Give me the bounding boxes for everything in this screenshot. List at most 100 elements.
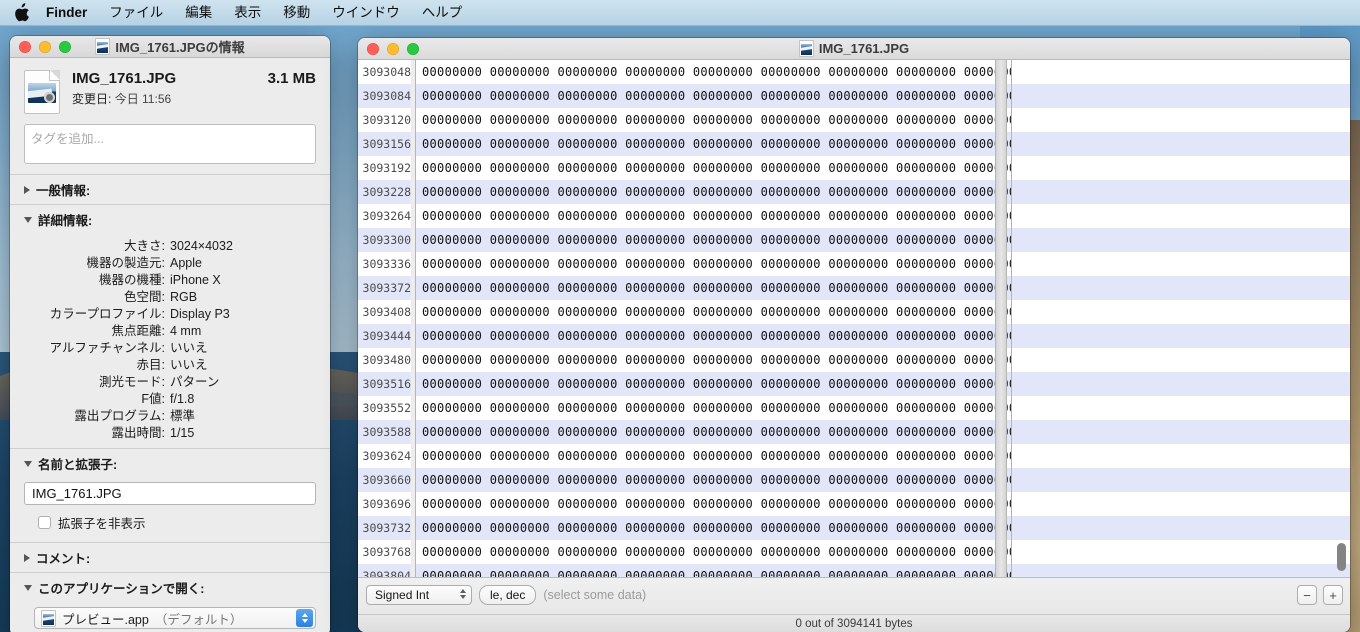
ascii-row[interactable] bbox=[1012, 372, 1350, 396]
hex-row[interactable]: 00000000 00000000 00000000 00000000 0000… bbox=[416, 468, 1011, 492]
info-traffic-lights bbox=[10, 40, 71, 53]
hex-row[interactable]: 00000000 00000000 00000000 00000000 0000… bbox=[416, 84, 1011, 108]
hide-extension-row[interactable]: 拡張子を非表示 bbox=[10, 513, 330, 542]
zoom-button[interactable] bbox=[59, 40, 71, 53]
zoom-out-button[interactable]: − bbox=[1297, 585, 1317, 605]
ascii-row[interactable] bbox=[1012, 228, 1350, 252]
metadata-row: カラープロファイル: Display P3 bbox=[18, 306, 316, 323]
ascii-row[interactable] bbox=[1012, 84, 1350, 108]
hex-bytes-column[interactable]: 00000000 00000000 00000000 00000000 0000… bbox=[416, 60, 1011, 577]
ascii-row[interactable] bbox=[1012, 468, 1350, 492]
metadata-value: Display P3 bbox=[170, 307, 230, 321]
section-name-ext-label: 名前と拡張子: bbox=[38, 458, 118, 472]
chevron-down-icon bbox=[24, 216, 32, 223]
ascii-row[interactable] bbox=[1012, 420, 1350, 444]
menu-item-help[interactable]: ヘルプ bbox=[411, 0, 474, 26]
hex-content-area[interactable]: 3093048 3093084 3093120 3093156 3093192 30932… bbox=[358, 60, 1350, 632]
menu-item-edit[interactable]: 編集 bbox=[174, 0, 223, 26]
ascii-row[interactable] bbox=[1012, 252, 1350, 276]
ascii-row[interactable] bbox=[1012, 540, 1350, 564]
preview-app-icon bbox=[41, 609, 56, 627]
hex-traffic-lights bbox=[358, 42, 419, 55]
section-open-with[interactable]: このアプリケーションで開く: bbox=[10, 573, 330, 602]
hex-row[interactable]: 00000000 00000000 00000000 00000000 0000… bbox=[416, 132, 1011, 156]
section-general-information[interactable]: 一般情報: bbox=[10, 175, 330, 204]
ascii-row[interactable] bbox=[1012, 444, 1350, 468]
hex-row[interactable]: 00000000 00000000 00000000 00000000 0000… bbox=[416, 540, 1011, 564]
ascii-row[interactable] bbox=[1012, 108, 1350, 132]
apple-logo-icon[interactable] bbox=[12, 2, 30, 23]
hex-row[interactable]: 00000000 00000000 00000000 00000000 0000… bbox=[416, 276, 1011, 300]
close-button[interactable] bbox=[19, 40, 31, 53]
endianness-format-button[interactable]: le, dec bbox=[479, 585, 537, 605]
metadata-row: 色空間: RGB bbox=[18, 289, 316, 306]
default-application-select[interactable]: プレビュー.app （デフォルト） bbox=[34, 607, 316, 629]
hex-row[interactable]: 00000000 00000000 00000000 00000000 0000… bbox=[416, 324, 1011, 348]
hex-row[interactable]: 00000000 00000000 00000000 00000000 0000… bbox=[416, 252, 1011, 276]
metadata-value: iPhone X bbox=[170, 273, 221, 287]
ascii-row[interactable] bbox=[1012, 156, 1350, 180]
offset-cell: 3093372 bbox=[358, 276, 411, 300]
info-window-titlebar[interactable]: IMG_1761.JPGの情報 bbox=[10, 36, 330, 58]
ascii-row[interactable] bbox=[1012, 276, 1350, 300]
section-comments[interactable]: コメント: bbox=[10, 543, 330, 572]
hex-row[interactable]: 00000000 00000000 00000000 00000000 0000… bbox=[416, 372, 1011, 396]
ascii-row[interactable] bbox=[1012, 324, 1350, 348]
ascii-row[interactable] bbox=[1012, 60, 1350, 84]
ascii-row[interactable] bbox=[1012, 396, 1350, 420]
ascii-row[interactable] bbox=[1012, 180, 1350, 204]
menu-item-go[interactable]: 移動 bbox=[272, 0, 321, 26]
details-metadata-list: 大きさ: 3024×4032 機器の製造元: Apple 機器の機種: iPho… bbox=[10, 234, 330, 448]
section-name-and-extension[interactable]: 名前と拡張子: bbox=[10, 449, 330, 478]
ascii-row[interactable] bbox=[1012, 516, 1350, 540]
ascii-column[interactable] bbox=[1011, 60, 1350, 577]
offset-cell: 3093696 bbox=[358, 492, 411, 516]
hex-row[interactable]: 00000000 00000000 00000000 00000000 0000… bbox=[416, 300, 1011, 324]
zoom-in-button[interactable]: + bbox=[1323, 585, 1343, 605]
ascii-row[interactable] bbox=[1012, 132, 1350, 156]
hide-extension-checkbox[interactable] bbox=[38, 516, 51, 529]
tags-input[interactable]: タグを追加... bbox=[24, 124, 316, 164]
hex-row[interactable]: 00000000 00000000 00000000 00000000 0000… bbox=[416, 228, 1011, 252]
hex-row[interactable]: 00000000 00000000 00000000 00000000 0000… bbox=[416, 180, 1011, 204]
menu-item-finder[interactable]: Finder bbox=[44, 0, 98, 26]
metadata-row: 赤目: いいえ bbox=[18, 357, 316, 374]
offset-cell: 3093228 bbox=[358, 180, 411, 204]
menu-item-file[interactable]: ファイル bbox=[98, 0, 174, 26]
ascii-row[interactable] bbox=[1012, 348, 1350, 372]
metadata-key: 露出時間: bbox=[111, 426, 165, 440]
hex-row[interactable]: 00000000 00000000 00000000 00000000 0000… bbox=[416, 492, 1011, 516]
hex-row[interactable]: 00000000 00000000 00000000 00000000 0000… bbox=[416, 108, 1011, 132]
hex-row[interactable]: 00000000 00000000 00000000 00000000 0000… bbox=[416, 420, 1011, 444]
ascii-row[interactable] bbox=[1012, 492, 1350, 516]
offset-cell: 3093264 bbox=[358, 204, 411, 228]
file-name-input[interactable]: IMG_1761.JPG bbox=[24, 482, 316, 505]
offset-cell: 3093516 bbox=[358, 372, 411, 396]
ascii-row[interactable] bbox=[1012, 564, 1350, 577]
hex-row[interactable]: 00000000 00000000 00000000 00000000 0000… bbox=[416, 60, 1011, 84]
close-button[interactable] bbox=[367, 42, 379, 55]
scrollbar-thumb[interactable] bbox=[1337, 543, 1346, 571]
hex-row[interactable]: 00000000 00000000 00000000 00000000 0000… bbox=[416, 348, 1011, 372]
minimize-button[interactable] bbox=[39, 40, 51, 53]
hex-row[interactable]: 00000000 00000000 00000000 00000000 0000… bbox=[416, 156, 1011, 180]
section-more-info[interactable]: 詳細情報: bbox=[10, 205, 330, 234]
file-name-block: IMG_1761.JPG 変更日: 今日 11:56 bbox=[72, 70, 256, 107]
hex-row[interactable]: 00000000 00000000 00000000 00000000 0000… bbox=[416, 564, 1011, 577]
metadata-key: 赤目: bbox=[136, 358, 165, 372]
vertical-scrollbar[interactable] bbox=[1335, 60, 1348, 577]
hex-window-titlebar[interactable]: IMG_1761.JPG bbox=[358, 38, 1350, 60]
minimize-button[interactable] bbox=[387, 42, 399, 55]
menu-item-view[interactable]: 表示 bbox=[223, 0, 272, 26]
ascii-row[interactable] bbox=[1012, 204, 1350, 228]
data-type-select[interactable]: Signed Int bbox=[366, 585, 472, 605]
ascii-row[interactable] bbox=[1012, 300, 1350, 324]
hex-row[interactable]: 00000000 00000000 00000000 00000000 0000… bbox=[416, 396, 1011, 420]
hex-row[interactable]: 00000000 00000000 00000000 00000000 0000… bbox=[416, 204, 1011, 228]
jpeg-file-icon bbox=[95, 38, 111, 55]
metadata-value: いいえ bbox=[170, 358, 208, 372]
zoom-button[interactable] bbox=[407, 42, 419, 55]
menu-item-window[interactable]: ウインドウ bbox=[321, 0, 411, 26]
hex-row[interactable]: 00000000 00000000 00000000 00000000 0000… bbox=[416, 444, 1011, 468]
hex-row[interactable]: 00000000 00000000 00000000 00000000 0000… bbox=[416, 516, 1011, 540]
